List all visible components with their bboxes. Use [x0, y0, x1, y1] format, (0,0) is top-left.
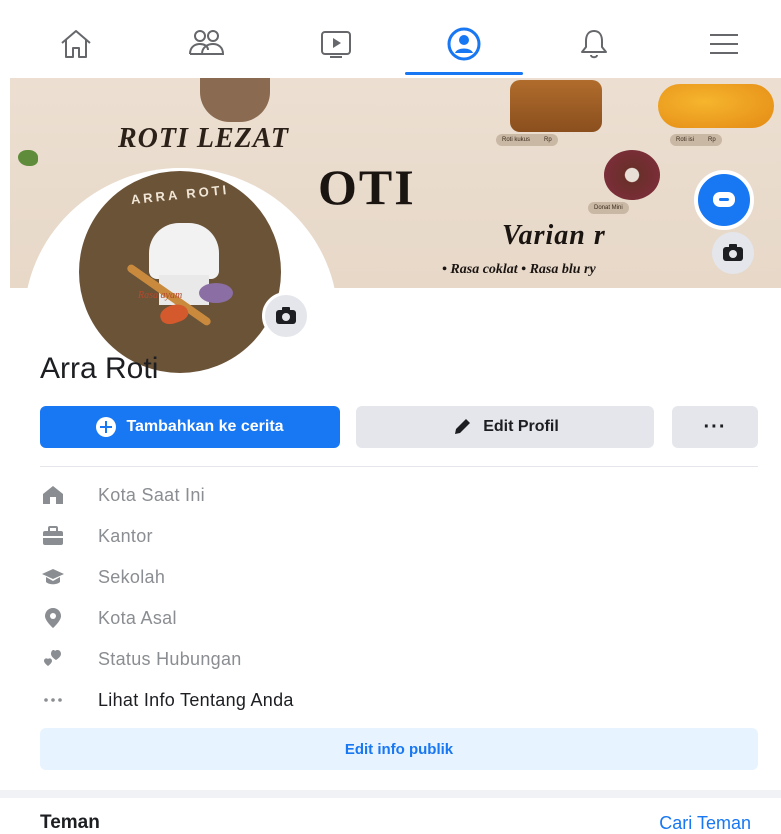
info-label: Kantor [98, 525, 153, 546]
avatar-caption: Rasa ayam [138, 290, 183, 301]
hearts-icon [40, 646, 66, 672]
friends-icon [189, 30, 225, 55]
tag-label: Donat Mini [594, 205, 623, 211]
tag-roti-kukus: Roti kukus Rp [496, 134, 558, 146]
donut-image [604, 150, 660, 200]
location-pin-icon [40, 605, 66, 631]
edit-public-info-button[interactable]: Edit info publik [40, 728, 758, 770]
roti-isi-image [658, 84, 774, 128]
edit-profile-label: Edit Profil [483, 418, 559, 435]
tag-price: Rp [544, 137, 552, 143]
cover-title: ROTI LEZAT [118, 123, 290, 154]
info-row-school[interactable]: Sekolah [40, 562, 165, 592]
ellipsis-icon [40, 687, 66, 713]
cover-camera-button[interactable] [712, 232, 754, 274]
cover-flavors-line: • Rasa coklat • Rasa blu ry [442, 262, 596, 277]
video-icon [321, 31, 351, 58]
cover-varian-text: Varian r [502, 220, 606, 251]
tag-label: Roti isi [676, 137, 695, 143]
profile-picture[interactable]: ARRA ROTI [76, 168, 284, 376]
nav-menu[interactable] [684, 16, 764, 72]
edit-public-info-label: Edit info publik [344, 740, 454, 758]
info-row-workplace[interactable]: Kantor [40, 521, 153, 551]
menu-icon [710, 34, 738, 54]
friends-section-title: Teman [40, 812, 100, 833]
message-icon [713, 192, 735, 207]
camera-icon [723, 244, 743, 261]
find-friends-link[interactable]: Cari Teman [659, 813, 751, 834]
pencil-icon [455, 419, 471, 434]
profile-icon [447, 27, 481, 61]
bell-icon [581, 30, 607, 59]
top-navigation [0, 0, 781, 78]
messenger-badge[interactable] [694, 170, 754, 230]
plus-circle-icon [96, 417, 117, 437]
baker-illustration [200, 78, 270, 122]
cover-big-text: OTI [318, 159, 416, 215]
whisk-icon [199, 283, 233, 303]
nav-profile[interactable] [424, 16, 504, 72]
add-to-story-label: Tambahkan ke cerita [126, 418, 284, 435]
nav-friends[interactable] [166, 16, 246, 72]
avatar-camera-button[interactable] [262, 292, 310, 340]
ellipsis-icon: ··· [703, 415, 727, 438]
info-label: Kota Asal [98, 607, 177, 628]
nav-active-indicator [405, 72, 523, 75]
home-icon [61, 30, 91, 58]
briefcase-icon [40, 523, 66, 549]
info-label: Kota Saat Ini [98, 484, 205, 505]
house-icon [40, 482, 66, 508]
section-separator [0, 790, 781, 798]
tag-label: Roti kukus [502, 137, 531, 143]
add-to-story-button[interactable]: Tambahkan ke cerita [40, 406, 340, 448]
info-label: Sekolah [98, 566, 166, 587]
info-row-see-about[interactable]: Lihat Info Tentang Anda [40, 685, 294, 715]
info-row-hometown[interactable]: Kota Asal [40, 603, 177, 633]
more-options-button[interactable]: ··· [672, 406, 758, 448]
tag-price: Rp [708, 137, 716, 143]
section-divider [40, 466, 758, 467]
nav-home[interactable] [36, 16, 116, 72]
info-row-current-city[interactable]: Kota Saat Ini [40, 480, 205, 510]
tag-roti-isi: Roti isi Rp [670, 134, 722, 146]
tag-donat-mini: Donat Mini [588, 202, 629, 214]
nav-notifications[interactable] [554, 16, 634, 72]
info-label: Lihat Info Tentang Anda [98, 689, 294, 710]
edit-profile-button[interactable]: Edit Profil [356, 406, 654, 448]
nav-watch[interactable] [296, 16, 376, 72]
profile-name: Arra Roti [40, 352, 159, 385]
camera-icon [276, 307, 296, 324]
leaf-decoration [18, 150, 38, 166]
bread-loaf-image [510, 80, 602, 132]
info-label: Status Hubungan [98, 648, 242, 669]
chef-hat-icon [149, 223, 219, 279]
info-row-relationship[interactable]: Status Hubungan [40, 644, 242, 674]
graduation-cap-icon [40, 564, 66, 590]
